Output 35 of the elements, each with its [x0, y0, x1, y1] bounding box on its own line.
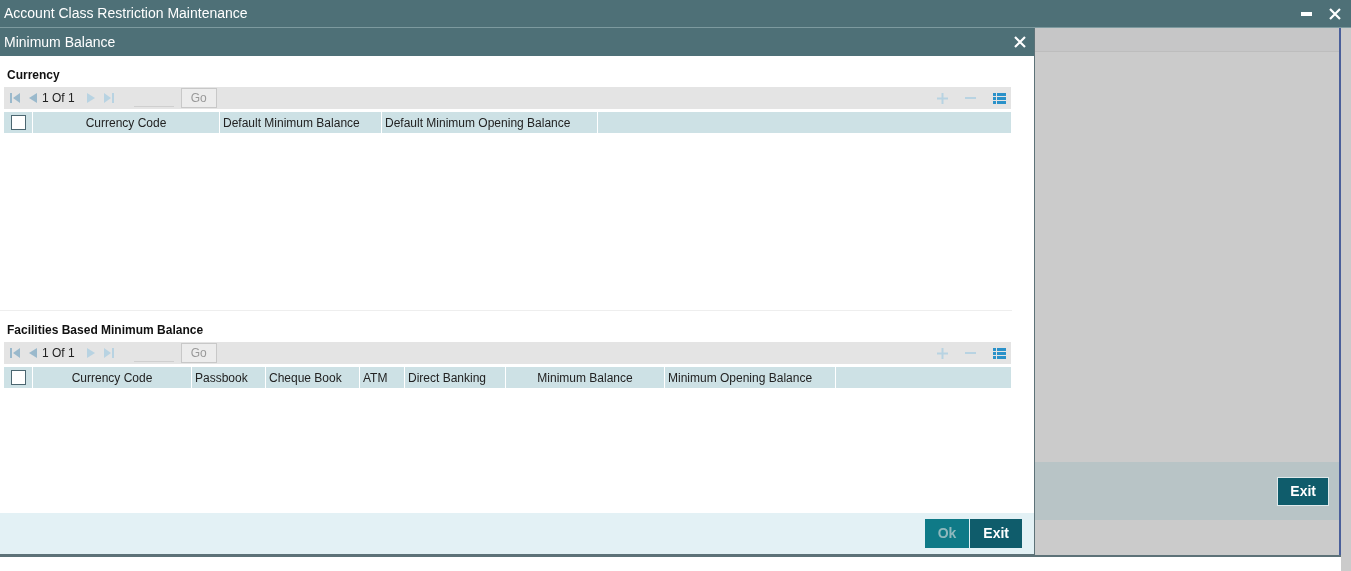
- exit-button[interactable]: Exit: [1277, 476, 1329, 506]
- last-page-icon[interactable]: [103, 348, 114, 358]
- column-header[interactable]: Default Minimum Balance: [220, 112, 382, 133]
- close-icon[interactable]: [1014, 36, 1026, 48]
- window-title: Account Class Restriction Maintenance: [4, 4, 249, 23]
- add-row-icon[interactable]: [937, 347, 948, 359]
- column-header[interactable]: Cheque Book: [266, 367, 360, 388]
- dialog-button[interactable]: Exit: [970, 519, 1022, 548]
- add-row-icon[interactable]: [937, 92, 948, 104]
- section-title: Currency: [6, 67, 61, 84]
- dialog-title: Minimum Balance: [4, 32, 117, 52]
- first-page-icon[interactable]: [10, 348, 20, 358]
- next-page-icon[interactable]: [86, 348, 96, 358]
- previous-page-icon[interactable]: [28, 93, 37, 103]
- select-all-checkbox[interactable]: [10, 115, 26, 130]
- minimize-icon[interactable]: [1301, 11, 1312, 16]
- column-header[interactable]: Currency Code: [33, 367, 192, 388]
- column-header[interactable]: Direct Banking: [405, 367, 506, 388]
- first-page-icon[interactable]: [10, 93, 20, 103]
- close-icon[interactable]: [1329, 7, 1341, 20]
- select-all-checkbox[interactable]: [10, 370, 26, 385]
- list-icon[interactable]: [993, 347, 1006, 359]
- page-indicator: 1 Of 1: [42, 345, 75, 362]
- column-header[interactable]: Default Minimum Opening Balance: [382, 112, 598, 133]
- section-title: Facilities Based Minimum Balance: [6, 322, 205, 339]
- column-header[interactable]: Passbook: [192, 367, 266, 388]
- last-page-icon[interactable]: [103, 93, 114, 103]
- next-page-icon[interactable]: [86, 93, 96, 103]
- page-indicator: 1 Of 1: [42, 90, 75, 107]
- previous-page-icon[interactable]: [28, 348, 37, 358]
- column-header[interactable]: ATM: [360, 367, 405, 388]
- column-header[interactable]: Currency Code: [33, 112, 220, 133]
- list-icon[interactable]: [993, 92, 1006, 104]
- column-header[interactable]: Minimum Opening Balance: [665, 367, 836, 388]
- column-header[interactable]: Minimum Balance: [506, 367, 665, 388]
